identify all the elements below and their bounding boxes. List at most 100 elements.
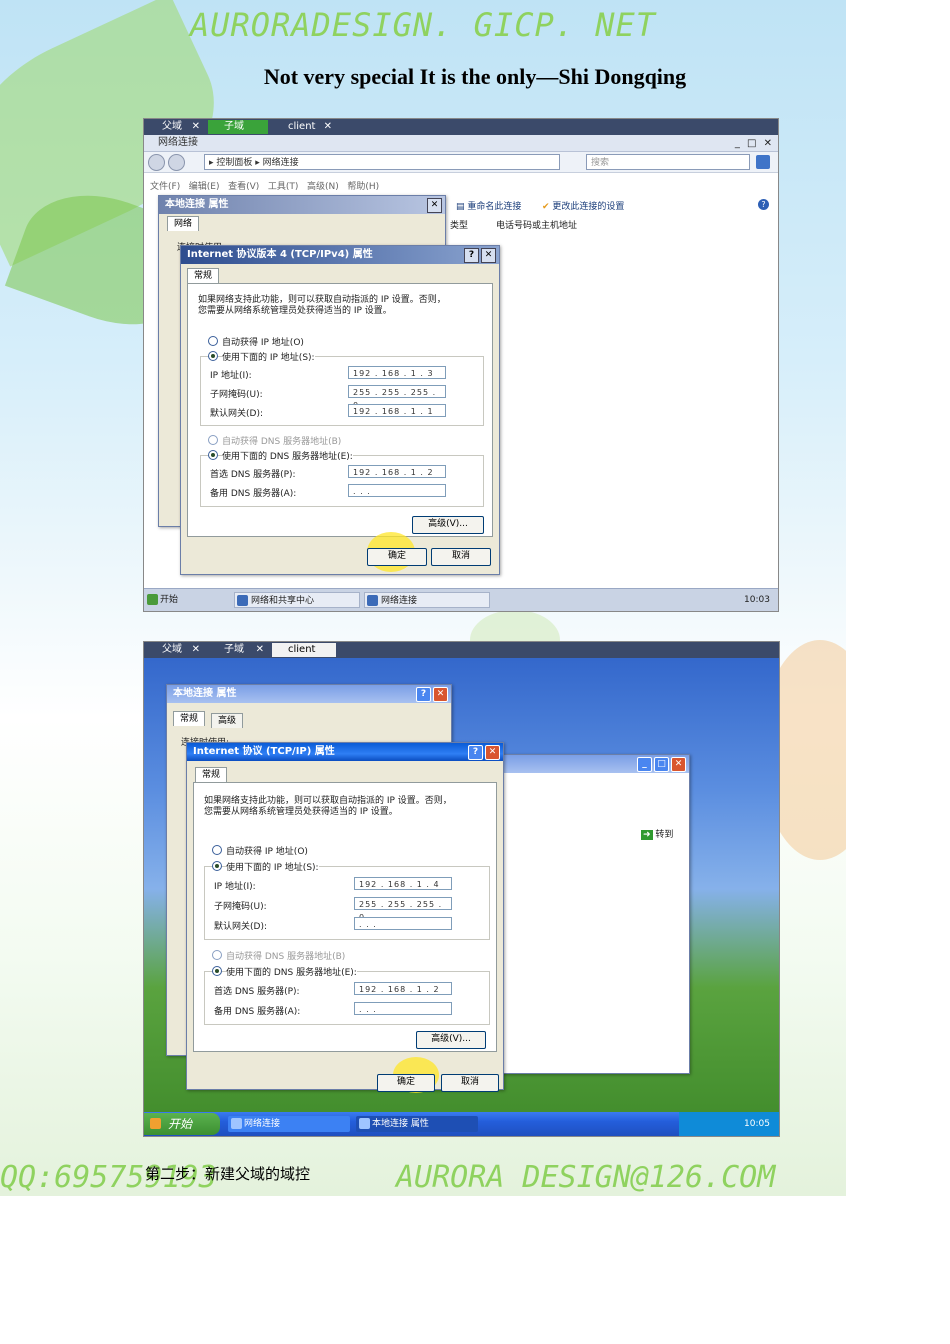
start-button[interactable]: 开始: [146, 592, 186, 608]
menu-item-advanced[interactable]: 高级(N): [307, 182, 339, 192]
preferred-dns-field[interactable]: 192 . 168 . 1 . 2: [354, 982, 452, 995]
rename-connection-button[interactable]: ▤ 重命名此连接: [456, 199, 521, 212]
auto-ip-radio[interactable]: [208, 336, 218, 346]
cancel-button[interactable]: 取消: [431, 548, 491, 566]
close-icon[interactable]: ✕: [671, 757, 686, 772]
ip-address-field[interactable]: 192 . 168 . 1 . 3: [348, 366, 446, 379]
help-icon[interactable]: ?: [758, 199, 769, 210]
tab-general[interactable]: 常规: [173, 711, 206, 726]
taskbar-item-network-center[interactable]: 网络和共享中心: [234, 592, 360, 608]
help-icon[interactable]: ?: [464, 248, 479, 263]
dialog-description-line2: 您需要从网络系统管理员处获得适当的 IP 设置。: [198, 306, 392, 316]
toolbar-label: 更改此连接的设置: [552, 202, 625, 212]
tab-advanced[interactable]: 高级: [211, 713, 244, 728]
breadcrumb[interactable]: ▸ 控制面板 ▸ 网络连接: [204, 154, 560, 170]
props-title: 本地连接 属性: [173, 688, 237, 699]
manual-dns-radio[interactable]: [208, 450, 218, 460]
change-settings-button[interactable]: ✔ 更改此连接的设置: [542, 199, 624, 212]
help-icon[interactable]: ?: [416, 687, 431, 702]
go-button[interactable]: ➜ 转到: [641, 827, 673, 840]
menu-item-help[interactable]: 帮助(H): [347, 182, 379, 192]
window-title: 网络连接: [158, 137, 198, 148]
props-titlebar: 本地连接 属性 ? ✕: [167, 685, 451, 703]
manual-ip-radio[interactable]: [208, 351, 218, 361]
close-icon[interactable]: ✕: [485, 745, 500, 760]
auto-dns-radio[interactable]: [208, 435, 218, 445]
taskbar-label: 网络连接: [244, 1119, 281, 1129]
column-header-type[interactable]: 类型: [450, 218, 468, 231]
manual-dns-label: 使用下面的 DNS 服务器地址(E):: [226, 965, 357, 978]
dialog-titlebar: Internet 协议版本 4 (TCP/IPv4) 属性 ? ✕: [181, 246, 499, 264]
help-icon[interactable]: ?: [468, 745, 483, 760]
menu-item-file[interactable]: 文件(F): [150, 182, 180, 192]
vm-tab-client[interactable]: client: [272, 643, 336, 657]
vm-tab-client[interactable]: client ✕: [272, 120, 336, 134]
back-icon[interactable]: [148, 154, 165, 171]
close-icon[interactable]: ✕: [324, 120, 332, 134]
vm-tab-parent[interactable]: 父域 ✕: [146, 643, 204, 657]
preferred-dns-field[interactable]: 192 . 168 . 1 . 2: [348, 465, 446, 478]
ok-button[interactable]: 确定: [377, 1074, 435, 1092]
tab-general[interactable]: 常规: [187, 268, 220, 283]
default-gateway-label: 默认网关(D):: [210, 409, 263, 419]
ip-address-field[interactable]: 192 . 168 . 1 . 4: [354, 877, 452, 890]
close-icon[interactable]: ✕: [256, 643, 264, 657]
search-input[interactable]: 搜索: [586, 154, 750, 170]
ip-address-label: IP 地址(I):: [214, 882, 256, 892]
close-icon[interactable]: ✕: [481, 248, 496, 263]
dialog-controls: ? ✕: [468, 745, 500, 760]
manual-ip-radio[interactable]: [212, 861, 222, 871]
menu-bar: 文件(F) 编辑(E) 查看(V) 工具(T) 高级(N) 帮助(H): [150, 179, 379, 192]
start-label: 开始: [160, 595, 179, 605]
forward-icon[interactable]: [168, 154, 185, 171]
taskbar-item-network-connections[interactable]: 网络连接: [228, 1116, 350, 1132]
start-icon: [147, 594, 158, 605]
menu-item-edit[interactable]: 编辑(E): [189, 182, 220, 192]
toolbar-label: 重命名此连接: [467, 202, 522, 212]
alternate-dns-field[interactable]: . . .: [354, 1002, 452, 1015]
menu-item-view[interactable]: 查看(V): [228, 182, 259, 192]
subnet-mask-field[interactable]: 255 . 255 . 255 . 0: [354, 897, 452, 922]
vm-tab-label: client: [288, 121, 316, 132]
close-icon[interactable]: ✕: [433, 687, 448, 702]
auto-ip-radio[interactable]: [212, 845, 222, 855]
vm-tab-child[interactable]: 子域 ✕: [208, 643, 268, 657]
auto-ip-label: 自动获得 IP 地址(O): [226, 847, 308, 857]
props-titlebar: 本地连接 属性 ✕: [159, 196, 445, 214]
close-icon[interactable]: ✕: [192, 120, 200, 134]
start-button[interactable]: 开始: [144, 1113, 220, 1135]
subnet-mask-field[interactable]: 255 . 255 . 255 . 0: [348, 385, 446, 410]
taskbar-item-local-connection[interactable]: 本地连接 属性: [356, 1116, 478, 1132]
go-label: 转到: [655, 830, 674, 840]
network-icon: [367, 595, 378, 606]
column-header-phone[interactable]: 电话号码或主机地址: [496, 218, 577, 231]
manual-dns-radio[interactable]: [212, 966, 222, 976]
default-gateway-field[interactable]: 192 . 168 . 1 . 1: [348, 404, 446, 417]
minimize-icon[interactable]: _: [637, 757, 652, 772]
advanced-button[interactable]: 高级(V)...: [412, 516, 484, 534]
auto-ip-label: 自动获得 IP 地址(O): [222, 338, 304, 348]
ok-button[interactable]: 确定: [367, 548, 427, 566]
menu-item-tools[interactable]: 工具(T): [268, 182, 299, 192]
tab-network[interactable]: 网络: [167, 216, 200, 231]
alternate-dns-field[interactable]: . . .: [348, 484, 446, 497]
explorer-controls: _ □ ✕: [637, 757, 686, 772]
auto-dns-radio[interactable]: [212, 950, 222, 960]
window-controls[interactable]: _ □ ✕: [735, 136, 774, 152]
vm-tab-parent[interactable]: 父域 ✕: [146, 120, 204, 134]
close-icon[interactable]: ✕: [192, 643, 200, 657]
vm-tab-label: 父域: [162, 121, 182, 132]
tab-general[interactable]: 常规: [195, 767, 228, 782]
search-icon[interactable]: [756, 155, 770, 169]
vm-tab-child[interactable]: 子域: [208, 120, 268, 134]
close-icon[interactable]: ✕: [427, 198, 442, 213]
subnet-mask-label: 子网掩码(U):: [214, 902, 267, 912]
alternate-dns-label: 备用 DNS 服务器(A):: [210, 489, 297, 499]
advanced-button[interactable]: 高级(V)...: [416, 1031, 486, 1049]
default-gateway-field[interactable]: . . .: [354, 917, 452, 930]
maximize-icon[interactable]: □: [654, 757, 669, 772]
address-bar: ▸ 控制面板 ▸ 网络连接 搜索: [144, 152, 778, 173]
taskbar-item-network-connections[interactable]: 网络连接: [364, 592, 490, 608]
preferred-dns-label: 首选 DNS 服务器(P):: [210, 470, 296, 480]
cancel-button[interactable]: 取消: [441, 1074, 499, 1092]
